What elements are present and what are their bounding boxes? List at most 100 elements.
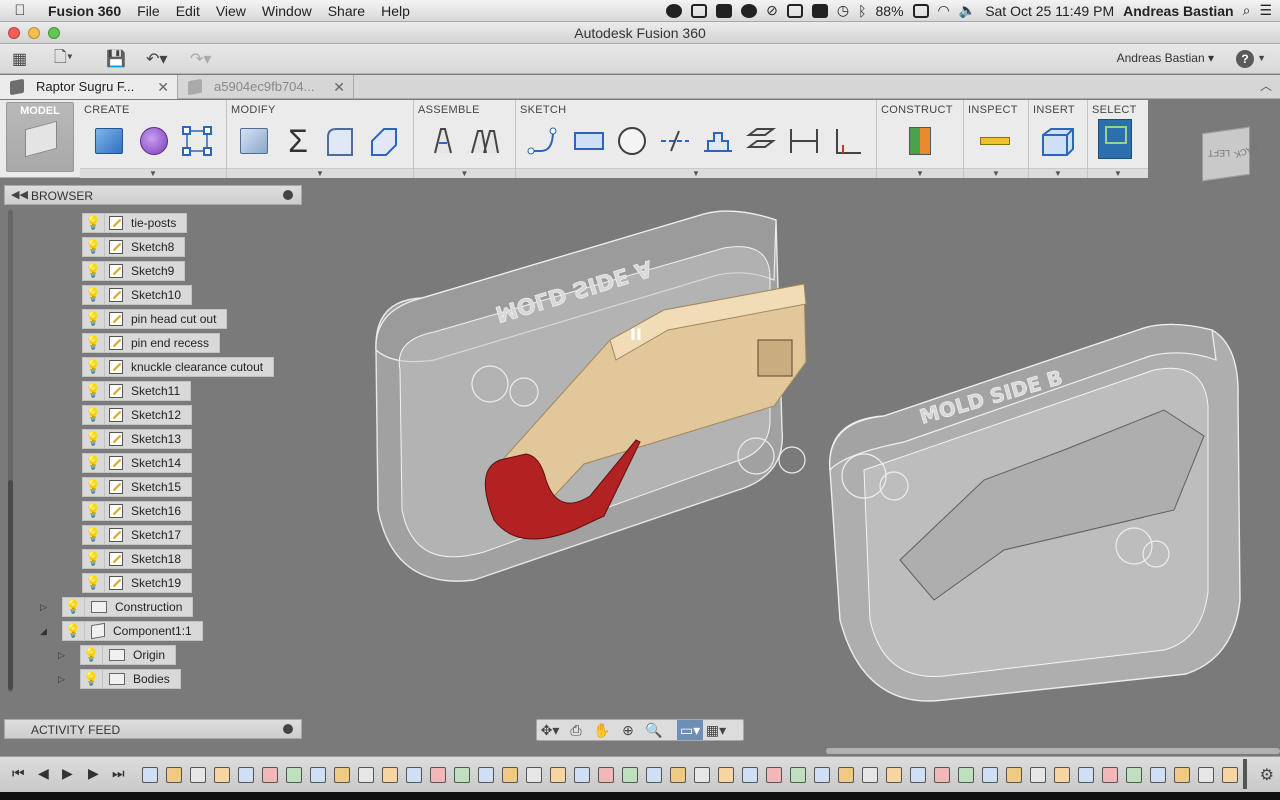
browser-sketch-row[interactable]: 💡 Sketch11 — [82, 381, 192, 401]
timeline-feature-icon[interactable] — [1054, 767, 1070, 783]
orbit-icon[interactable]: ✥▾ — [537, 720, 563, 740]
look-at-icon[interactable]: ⎙ — [563, 720, 589, 740]
timeline-feature-icon[interactable] — [862, 767, 878, 783]
browser-sketch-row[interactable]: 💡 Sketch8 — [82, 237, 186, 257]
construction-plane-icon[interactable] — [903, 124, 937, 158]
parameters-sigma-icon[interactable]: Σ — [281, 123, 315, 159]
visibility-bulb-icon[interactable]: 💡 — [83, 285, 105, 305]
timeline-feature-icon[interactable] — [1126, 767, 1142, 783]
fillet-icon[interactable] — [323, 124, 357, 158]
visibility-bulb-icon[interactable]: 💡 — [83, 501, 105, 521]
timeline-feature-icon[interactable] — [982, 767, 998, 783]
timeline-feature-icon[interactable] — [1222, 767, 1238, 783]
timeline-feature-icon[interactable] — [286, 767, 302, 783]
visibility-bulb-icon[interactable]: 💡 — [83, 525, 105, 545]
visibility-bulb-icon[interactable]: 💡 — [83, 477, 105, 497]
menu-file[interactable]: File — [129, 3, 168, 19]
visibility-bulb-icon[interactable]: 💡 — [83, 309, 105, 329]
box-tool-icon[interactable] — [92, 124, 126, 158]
battery-percent[interactable]: 88% — [876, 3, 904, 19]
timeline-feature-icon[interactable] — [454, 767, 470, 783]
chamfer-icon[interactable] — [367, 124, 401, 158]
timeline-feature-icon[interactable] — [742, 767, 758, 783]
construct-dropdown[interactable]: ▼ — [877, 168, 963, 178]
visibility-bulb-icon[interactable]: 💡 — [83, 237, 105, 257]
go-to-end-icon[interactable]: ⏭ — [112, 765, 125, 782]
mold-side-a[interactable]: MOLD SIDE A II — [375, 210, 807, 582]
step-forward-icon[interactable]: ▶ — [62, 765, 73, 782]
status-app-icon[interactable] — [666, 3, 683, 18]
assemble-dropdown[interactable]: ▼ — [414, 168, 515, 178]
status-ji-icon[interactable] — [716, 3, 733, 18]
notification-center-icon[interactable]: ☰ — [1259, 2, 1272, 19]
user-name[interactable]: Andreas Bastian — [1123, 3, 1233, 19]
sphere-tool-icon[interactable] — [137, 124, 171, 158]
activity-feed-pin-icon[interactable] — [283, 724, 293, 734]
help-icon[interactable]: ? — [1236, 50, 1254, 68]
timeline-feature-icon[interactable] — [646, 767, 662, 783]
timeline-feature-icon[interactable] — [910, 767, 926, 783]
collapse-toolbar-icon[interactable]: ︿ — [1260, 77, 1272, 94]
joint-icon[interactable] — [426, 124, 460, 158]
fit-icon[interactable]: 🔍 — [641, 720, 667, 740]
undo-icon[interactable]: ↶▾ — [146, 49, 167, 69]
browser-sketch-row[interactable]: 💡 pin end recess — [82, 333, 221, 353]
zoom-icon[interactable]: ⊕ — [615, 720, 641, 740]
collapse-component-icon[interactable]: ◢ — [40, 626, 47, 637]
timeline-feature-icon[interactable] — [766, 767, 782, 783]
visibility-bulb-icon[interactable]: 💡 — [63, 597, 85, 617]
select-dropdown[interactable]: ▼ — [1088, 168, 1148, 178]
trim-tool-icon[interactable] — [658, 124, 692, 158]
timeline-feature-icon[interactable] — [190, 767, 206, 783]
grid-settings-icon[interactable]: ▦▾ — [703, 720, 729, 740]
spotlight-search-icon[interactable]: ⌕ — [1243, 2, 1251, 19]
project-tool-icon[interactable] — [744, 124, 778, 158]
measure-icon[interactable] — [978, 124, 1012, 158]
timeline-feature-icon[interactable] — [694, 767, 710, 783]
visibility-bulb-icon[interactable]: 💡 — [63, 621, 85, 641]
menu-help[interactable]: Help — [373, 3, 418, 19]
browser-sketch-row[interactable]: 💡 Sketch18 — [82, 549, 193, 569]
modify-dropdown[interactable]: ▼ — [227, 168, 413, 178]
rectangle-tool-icon[interactable] — [572, 124, 606, 158]
redo-icon[interactable]: ↷▾ — [190, 49, 211, 69]
browser-sketch-row[interactable]: 💡 Sketch9 — [82, 261, 186, 281]
timeline-feature-icon[interactable] — [1078, 767, 1094, 783]
step-back-icon[interactable]: ◀ — [38, 765, 49, 782]
status-battery-app-icon[interactable] — [811, 3, 828, 18]
constraint-tool-icon[interactable] — [830, 124, 864, 158]
view-cube[interactable]: LEFT BACK — [1198, 120, 1260, 182]
volume-icon[interactable]: 🔈 — [959, 2, 976, 19]
timeline-feature-icon[interactable] — [622, 767, 638, 783]
browser-sketch-row[interactable]: 💡 Sketch17 — [82, 525, 193, 545]
timeline-feature-icon[interactable] — [550, 767, 566, 783]
timeline-feature-icon[interactable] — [142, 767, 158, 783]
insert-mesh-icon[interactable] — [1041, 124, 1075, 158]
timeline-feature-icon[interactable] — [526, 767, 542, 783]
timeline-feature-icon[interactable] — [1198, 767, 1214, 783]
data-panel-grid-icon[interactable]: ▦ — [12, 49, 27, 69]
menu-view[interactable]: View — [208, 3, 254, 19]
bluetooth-icon[interactable]: ᛒ — [858, 3, 866, 19]
timeline-feature-icon[interactable] — [790, 767, 806, 783]
timeline-feature-icon[interactable] — [598, 767, 614, 783]
timeline-marker[interactable] — [1243, 759, 1247, 789]
timeline-feature-icon[interactable] — [382, 767, 398, 783]
timeline-feature-icon[interactable] — [574, 767, 590, 783]
browser-sketch-row[interactable]: 💡 Sketch19 — [82, 573, 193, 593]
visibility-bulb-icon[interactable]: 💡 — [81, 669, 103, 689]
browser-sketch-row[interactable]: 💡 knuckle clearance cutout — [82, 357, 275, 377]
browser-component-row[interactable]: 💡 Component1:1 — [62, 621, 203, 641]
visibility-bulb-icon[interactable]: 💡 — [83, 549, 105, 569]
menu-window[interactable]: Window — [254, 3, 320, 19]
visibility-bulb-icon[interactable]: 💡 — [83, 261, 105, 281]
timeline-feature-icon[interactable] — [214, 767, 230, 783]
browser-sketch-row[interactable]: 💡 Sketch13 — [82, 429, 193, 449]
activity-feed-header[interactable]: ACTIVITY FEED — [4, 719, 302, 739]
browser-sketch-row[interactable]: 💡 Sketch14 — [82, 453, 193, 473]
create-dropdown[interactable]: ▼ — [80, 168, 226, 178]
timeline-feature-icon[interactable] — [814, 767, 830, 783]
close-tab-icon[interactable]: ✕ — [333, 75, 345, 99]
visibility-bulb-icon[interactable]: 💡 — [83, 405, 105, 425]
file-menu-icon[interactable]: 🗋▾ — [54, 49, 73, 69]
